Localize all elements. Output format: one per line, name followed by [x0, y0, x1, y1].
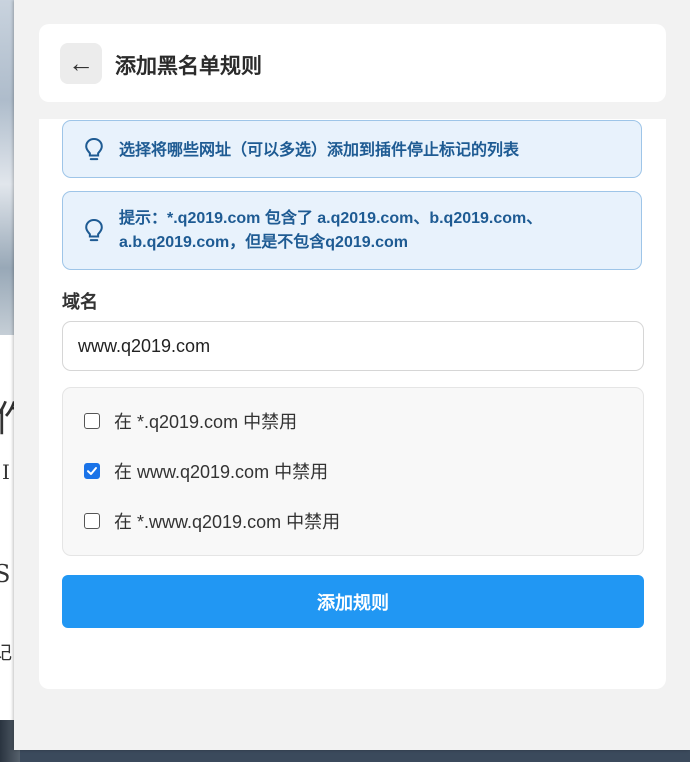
- info-tip: 选择将哪些网址（可以多选）添加到插件停止标记的列表: [62, 120, 642, 178]
- back-button[interactable]: ←: [60, 43, 102, 84]
- background-glyph: 记: [0, 643, 12, 664]
- checkbox[interactable]: [84, 513, 100, 529]
- lightbulb-icon: [85, 137, 103, 161]
- hint-tip: 提示：*.q2019.com 包含了 a.q2019.com、b.q2019.c…: [62, 191, 642, 270]
- option-label: 在 *.q2019.com 中禁用: [114, 412, 298, 432]
- domain-input[interactable]: [62, 321, 644, 371]
- tip-text: 选择将哪些网址（可以多选）添加到插件停止标记的列表: [119, 142, 520, 159]
- option-label: 在 www.q2019.com 中禁用: [114, 462, 329, 482]
- background-glyph: I: [2, 460, 10, 484]
- checkbox[interactable]: [84, 463, 100, 479]
- add-blacklist-panel: ← 添加黑名单规则 选择将哪些网址（可以多选）添加到插件停止标记的列表 提示：*…: [14, 0, 690, 750]
- tip-text: 提示：*.q2019.com 包含了 a.q2019.com、b.q2019.c…: [119, 210, 543, 251]
- arrow-left-icon: ←: [68, 48, 94, 78]
- rule-form: 选择将哪些网址（可以多选）添加到插件停止标记的列表 提示：*.q2019.com…: [39, 119, 666, 689]
- option-wildcard-subdomain[interactable]: 在 *.www.q2019.com 中禁用: [84, 508, 340, 534]
- add-rule-button[interactable]: 添加规则: [62, 575, 644, 628]
- option-label: 在 *.www.q2019.com 中禁用: [114, 512, 341, 532]
- panel-header: ← 添加黑名单规则: [39, 24, 666, 102]
- checkmark-icon: [87, 467, 97, 475]
- checkbox[interactable]: [84, 413, 100, 429]
- page-title: 添加黑名单规则: [115, 55, 262, 78]
- background-glyph: S: [0, 560, 11, 588]
- option-wildcard-domain[interactable]: 在 *.q2019.com 中禁用: [84, 408, 297, 434]
- domain-label: 域名: [62, 292, 98, 312]
- lightbulb-icon: [85, 218, 103, 242]
- option-exact-domain[interactable]: 在 www.q2019.com 中禁用: [84, 458, 328, 484]
- disable-options: 在 *.q2019.com 中禁用 在 www.q2019.com 中禁用 在 …: [62, 387, 644, 556]
